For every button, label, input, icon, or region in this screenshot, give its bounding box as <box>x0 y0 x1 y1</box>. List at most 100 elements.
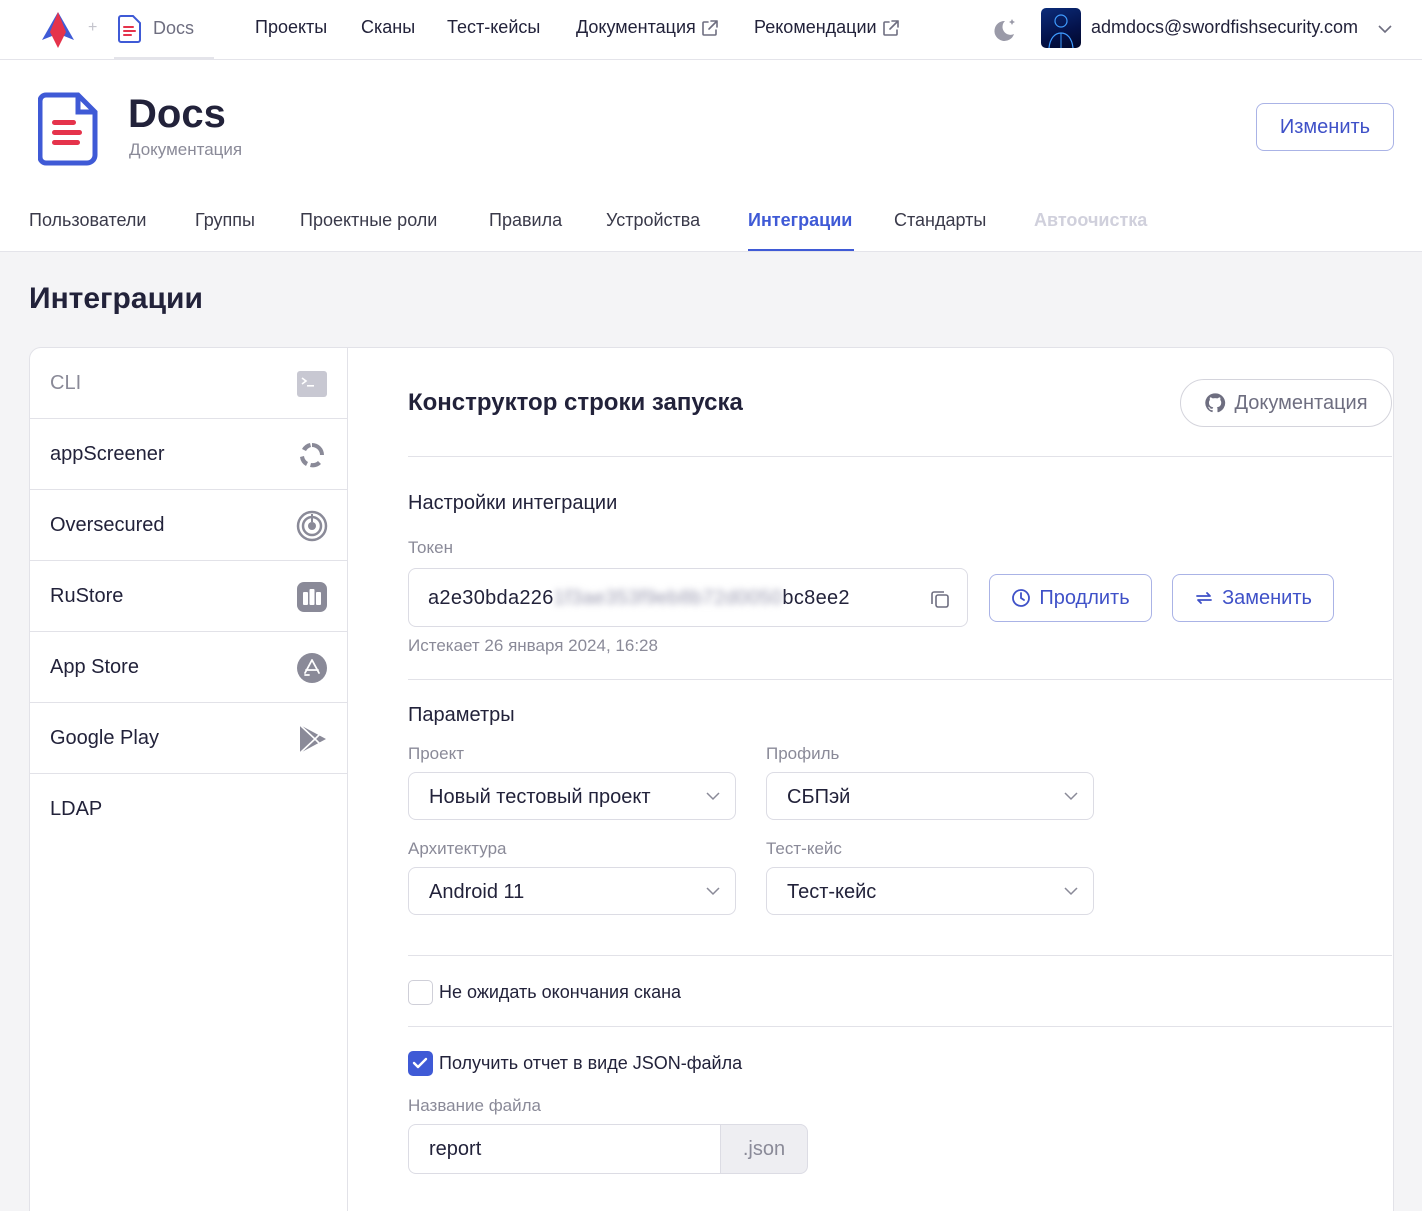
sidebar-item-label: App Store <box>50 656 139 678</box>
architecture-select[interactable]: Android 11 <box>408 867 736 915</box>
tab-devices[interactable]: Устройства <box>606 210 700 231</box>
checkmark-icon <box>412 1057 428 1069</box>
nav-projects-label: Проекты <box>255 17 328 37</box>
external-link-icon <box>701 19 718 36</box>
sidebar-item-label: Google Play <box>50 727 159 749</box>
copy-icon[interactable] <box>929 588 951 610</box>
integrations-panel: CLI appScreener Oversecured RuStore App … <box>29 347 1394 1211</box>
project-header: Docs Документация Изменить Пользователи … <box>0 60 1422 252</box>
sidebar-item-appscreener[interactable]: appScreener <box>30 419 348 490</box>
tab-project-roles[interactable]: Проектные роли <box>300 210 437 231</box>
github-icon <box>1205 393 1226 413</box>
sidebar-item-label: CLI <box>50 372 82 394</box>
project-select-value: Новый тестовый проект <box>429 786 651 808</box>
breadcrumb-separator: + <box>88 19 98 36</box>
nav-documentation-label: Документация <box>576 17 696 37</box>
tab-standards[interactable]: Стандарты <box>894 210 986 231</box>
cli-constructor: Конструктор строки запуска Документация … <box>378 348 1393 1211</box>
nav-projects[interactable]: Проекты <box>255 17 327 38</box>
chevron-down-icon <box>706 792 720 801</box>
divider <box>408 456 1392 457</box>
document-icon <box>118 15 141 43</box>
nav-documentation[interactable]: Документация <box>576 17 720 38</box>
chevron-down-icon <box>706 887 720 896</box>
sidebar-item-label: appScreener <box>50 443 165 465</box>
rustore-icon <box>297 582 327 612</box>
json-report-label: Получить отчет в виде JSON-файла <box>439 1053 743 1073</box>
sidebar-item-label: RuStore <box>50 585 124 607</box>
filename-input[interactable]: report <box>408 1124 721 1174</box>
terminal-icon <box>297 371 327 397</box>
oversecured-icon <box>296 510 328 542</box>
section-heading: Конструктор строки запуска <box>408 389 743 416</box>
token-field[interactable]: a2e30bda226 1f3ae353f9eb8b72d0050 bc8ee2 <box>408 568 968 627</box>
appscreener-icon <box>300 443 324 468</box>
nav-recommendations-label: Рекомендации <box>754 17 877 37</box>
token-suffix: bc8ee2 <box>782 587 850 609</box>
profile-label: Профиль <box>766 744 840 763</box>
no-wait-checkbox[interactable] <box>408 980 433 1005</box>
testcase-select[interactable]: Тест-кейс <box>766 867 1094 915</box>
filename-value: report <box>429 1138 482 1160</box>
integrations-sidebar: CLI appScreener Oversecured RuStore App … <box>30 348 348 1211</box>
project-document-icon <box>38 92 98 166</box>
avatar-person-icon <box>1048 14 1074 48</box>
testcase-label: Тест-кейс <box>766 839 842 858</box>
tab-users[interactable]: Пользователи <box>29 210 146 231</box>
sidebar-item-ldap[interactable]: LDAP <box>30 774 348 845</box>
project-title: Docs <box>128 92 226 136</box>
app-store-icon <box>297 653 327 683</box>
sidebar-item-oversecured[interactable]: Oversecured <box>30 490 348 561</box>
active-tab-indicator <box>748 249 854 251</box>
nav-recommendations[interactable]: Рекомендации <box>754 17 901 38</box>
tab-groups[interactable]: Группы <box>195 210 255 231</box>
json-report-checkbox[interactable] <box>408 1051 433 1076</box>
page-title: Интеграции <box>29 282 203 315</box>
nav-scans[interactable]: Сканы <box>361 17 415 38</box>
tab-integrations[interactable]: Интеграции <box>748 210 852 231</box>
nav-testcases[interactable]: Тест-кейсы <box>447 17 540 38</box>
chevron-down-icon <box>1064 792 1078 801</box>
swap-icon <box>1196 592 1212 604</box>
divider <box>408 955 1392 956</box>
profile-select[interactable]: СБПэй <box>766 772 1094 820</box>
app-logo-icon[interactable] <box>38 10 78 50</box>
sidebar-item-label: LDAP <box>50 798 103 820</box>
testcase-select-value: Тест-кейс <box>787 881 877 903</box>
nav-scans-label: Сканы <box>361 17 416 37</box>
divider <box>408 1026 1392 1027</box>
breadcrumb-underline <box>114 57 214 59</box>
replace-token-button[interactable]: Заменить <box>1172 574 1334 622</box>
theme-toggle-moon-icon[interactable] <box>990 16 1018 44</box>
profile-select-value: СБПэй <box>787 786 851 808</box>
integration-settings-title: Настройки интеграции <box>408 492 618 514</box>
project-subtitle: Документация <box>129 140 243 159</box>
sidebar-item-label: Oversecured <box>50 514 165 536</box>
sidebar-item-google-play[interactable]: Google Play <box>30 703 348 774</box>
replace-token-button-label: Заменить <box>1222 586 1312 609</box>
token-prefix: a2e30bda226 <box>428 587 554 609</box>
edit-button[interactable]: Изменить <box>1256 103 1394 151</box>
user-email[interactable]: admdocs@swordfishsecurity.com <box>1091 17 1358 38</box>
extend-token-button-label: Продлить <box>1039 586 1130 609</box>
token-masked: 1f3ae353f9eb8b72d0050 <box>553 587 783 609</box>
nav-testcases-label: Тест-кейсы <box>447 17 541 37</box>
token-value: a2e30bda226 1f3ae353f9eb8b72d0050 bc8ee2 <box>428 587 850 610</box>
extend-token-button[interactable]: Продлить <box>989 574 1152 622</box>
project-select[interactable]: Новый тестовый проект <box>408 772 736 820</box>
sidebar-item-rustore[interactable]: RuStore <box>30 561 348 632</box>
project-label: Проект <box>408 744 464 763</box>
sidebar-item-cli[interactable]: CLI <box>30 348 348 419</box>
filename-label: Название файла <box>408 1096 542 1115</box>
avatar[interactable] <box>1041 8 1081 48</box>
filename-suffix: .json <box>720 1124 808 1174</box>
tab-rules[interactable]: Правила <box>489 210 562 231</box>
token-label: Токен <box>408 538 453 557</box>
chevron-down-icon[interactable] <box>1377 22 1393 36</box>
clock-icon <box>1012 589 1031 607</box>
token-expiry: Истекает 26 января 2024, 16:28 <box>408 636 658 655</box>
breadcrumb-project[interactable]: Docs <box>153 18 194 39</box>
documentation-button[interactable]: Документация <box>1180 379 1392 427</box>
architecture-select-value: Android 11 <box>429 881 525 903</box>
sidebar-item-app-store[interactable]: App Store <box>30 632 348 703</box>
